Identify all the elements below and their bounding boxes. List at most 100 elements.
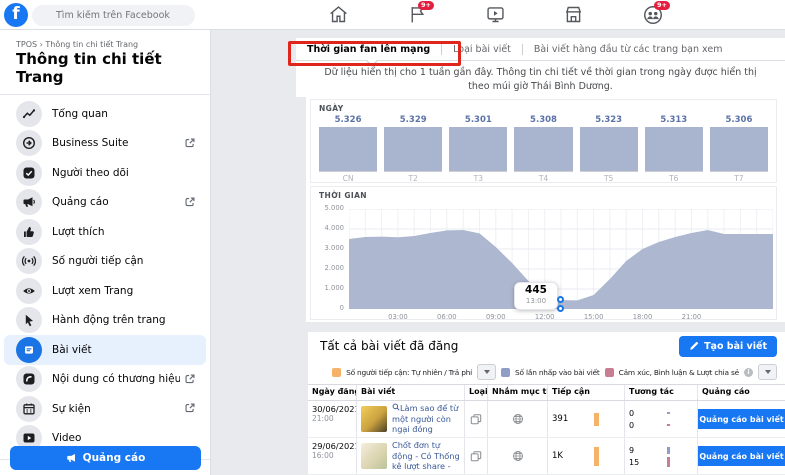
reach-icon bbox=[16, 248, 42, 275]
ads-button[interactable]: Quảng cáo bbox=[10, 446, 201, 470]
charts-panel: NGÀY 5.326 CN 5.329 T2 5.301 T3 5.308 T4 5.3… bbox=[306, 97, 785, 322]
hours-chart-title: THỜI GIAN bbox=[319, 191, 367, 200]
day-bar bbox=[644, 127, 703, 171]
sidebar-item-quang-cao[interactable]: Quảng cáo bbox=[4, 188, 206, 218]
chevron-down-icon bbox=[764, 370, 771, 374]
branded-content-icon bbox=[16, 366, 42, 393]
post-thumbnail[interactable] bbox=[361, 406, 387, 432]
days-chart: NGÀY 5.326 CN 5.329 T2 5.301 T3 5.308 T4 5.3… bbox=[310, 99, 777, 183]
info-icon[interactable]: i bbox=[744, 367, 753, 377]
megaphone-icon bbox=[66, 453, 75, 463]
marketplace-icon bbox=[565, 6, 581, 23]
notification-badge: 9+ bbox=[418, 1, 434, 11]
sidebar-item-su-kien[interactable]: Sự kiện bbox=[4, 394, 206, 424]
day-column: 5.329 T2 bbox=[384, 115, 443, 183]
day-column: 5.313 T6 bbox=[644, 115, 703, 183]
hours-chart: THỜI GIAN 5.000 4.000 3.000 2.000 1.000 0 03:… bbox=[310, 186, 778, 321]
legend-swatch-reach bbox=[332, 367, 342, 377]
external-link-icon bbox=[184, 193, 196, 212]
pages-tab[interactable]: 9+ bbox=[403, 1, 434, 26]
hours-area-chart: 5.000 4.000 3.000 2.000 1.000 0 03:00 06:00 09:… bbox=[311, 204, 778, 321]
day-bar bbox=[384, 127, 443, 171]
legend-dropdown-button[interactable] bbox=[477, 364, 497, 380]
home-tab[interactable] bbox=[324, 4, 352, 26]
megaphone-icon bbox=[16, 189, 42, 216]
tab-bar: Thời gian fan lên mạng Loại bài viết Bài… bbox=[296, 38, 785, 67]
clicks-bar bbox=[667, 446, 670, 454]
reactions-bar bbox=[667, 457, 670, 467]
search-input[interactable] bbox=[32, 5, 195, 26]
day-column: 5.306 T7 bbox=[709, 115, 768, 183]
reactions-bar bbox=[667, 424, 670, 426]
external-link-icon bbox=[184, 370, 196, 389]
table-row: 29/06/2021 16:00 Chốt đơn tự động - Có Th… bbox=[308, 438, 785, 475]
external-link-icon bbox=[184, 134, 196, 153]
watch-tab[interactable] bbox=[481, 4, 509, 26]
sidebar-item-so-nguoi-tiep-can[interactable]: Số người tiếp cận bbox=[4, 247, 206, 277]
business-suite-icon bbox=[16, 130, 42, 157]
notification-badge: 9+ bbox=[654, 1, 670, 11]
clicks-bar bbox=[667, 412, 670, 414]
legend-dropdown-button[interactable] bbox=[758, 364, 777, 380]
sidebar-item-business-suite[interactable]: Business Suite bbox=[4, 129, 206, 159]
breadcrumb[interactable]: TPOS › Thông tin chi tiết Trang bbox=[0, 38, 210, 49]
table-row: 30/06/2021 21:00 Làm sao để từ một người … bbox=[308, 401, 785, 438]
tab-description: Dữ liệu hiển thị cho 1 tuần gần đây. Thô… bbox=[324, 67, 757, 92]
tab-top-posts[interactable]: Bài viết hàng đầu từ các trang bạn xem bbox=[523, 44, 734, 55]
hover-marker bbox=[557, 305, 564, 312]
sidebar-item-luot-xem-trang[interactable]: Lượt xem Trang bbox=[4, 276, 206, 306]
tab-fan-online-time[interactable]: Thời gian fan lên mạng bbox=[296, 44, 441, 55]
legend-swatch-reactions bbox=[604, 367, 614, 377]
chevron-down-icon bbox=[483, 370, 490, 374]
day-bar bbox=[319, 127, 378, 171]
sidebar-item-luot-thich[interactable]: Lượt thích bbox=[4, 217, 206, 247]
facebook-logo[interactable]: f bbox=[4, 3, 28, 27]
reach-bar bbox=[594, 446, 599, 466]
posts-section-title: Tất cả bài viết đã đăng bbox=[320, 339, 459, 353]
insights-tabs-panel: Thời gian fan lên mạng Loại bài viết Bài… bbox=[296, 38, 785, 97]
day-bar bbox=[579, 127, 638, 171]
days-chart-title: NGÀY bbox=[319, 104, 344, 113]
pencil-icon bbox=[690, 341, 699, 350]
post-thumbnail[interactable] bbox=[361, 443, 387, 469]
calendar-icon bbox=[16, 395, 42, 422]
sidebar-item-tong-quan[interactable]: Tổng quan bbox=[4, 99, 206, 129]
days-bar-chart: 5.326 CN 5.329 T2 5.301 T3 5.308 T4 5.323 T5 … bbox=[319, 115, 768, 183]
create-post-button[interactable]: Tạo bài viết bbox=[679, 335, 777, 357]
boost-post-button[interactable]: Quảng cáo bài viết bbox=[698, 446, 785, 466]
post-link[interactable]: Làm sao để từ một người còn ngại đóng bbox=[392, 403, 460, 435]
globe-icon bbox=[512, 451, 523, 461]
sidebar-item-nguoi-theo-doi[interactable]: Người theo dõi bbox=[4, 158, 206, 188]
sidebar: TPOS › Thông tin chi tiết Trang Thông ti… bbox=[0, 30, 211, 475]
area-plot bbox=[349, 209, 773, 309]
day-bar bbox=[449, 127, 508, 171]
legend-swatch-clicks bbox=[501, 367, 511, 377]
watch-icon bbox=[486, 7, 504, 23]
reach-bar bbox=[594, 412, 599, 426]
posts-icon bbox=[16, 336, 42, 363]
day-column: 5.308 T4 bbox=[514, 115, 573, 183]
post-link[interactable]: Chốt đơn tự động - Có Thống kê lượt shar… bbox=[392, 440, 460, 472]
marketplace-tab[interactable] bbox=[559, 4, 587, 26]
day-column: 5.301 T3 bbox=[449, 115, 508, 183]
top-bar: f 9+ 9+ bbox=[0, 0, 785, 30]
sidebar-item-hanh-dong-tren-trang[interactable]: Hành động trên trang bbox=[4, 306, 206, 336]
external-link-icon bbox=[184, 399, 196, 418]
copy-icon bbox=[470, 451, 482, 462]
day-column: 5.323 T5 bbox=[579, 115, 638, 183]
tab-post-types[interactable]: Loại bài viết bbox=[442, 44, 522, 55]
table-header: Ngày đăng Bài viết Loại Nhắm mục tiêu Ti… bbox=[308, 384, 785, 401]
boost-post-button[interactable]: Quảng cáo bài viết bbox=[698, 409, 785, 429]
home-icon bbox=[329, 6, 347, 23]
chart-tooltip: 445 13:00 bbox=[514, 282, 558, 311]
copy-icon bbox=[470, 414, 482, 425]
magnifier-icon bbox=[392, 403, 400, 411]
follower-check-icon bbox=[16, 159, 42, 186]
cursor-icon bbox=[16, 307, 42, 334]
sidebar-item-noi-dung-co-thuong-hieu[interactable]: Nội dung có thương hiệu bbox=[4, 365, 206, 395]
sidebar-item-bai-viet[interactable]: Bài viết bbox=[4, 335, 206, 365]
legend-row: Số người tiếp cận: Tự nhiên / Trả phí Số… bbox=[308, 360, 785, 384]
day-column: 5.326 CN bbox=[319, 115, 378, 183]
trend-icon bbox=[16, 100, 42, 127]
groups-tab[interactable]: 9+ bbox=[639, 1, 670, 26]
